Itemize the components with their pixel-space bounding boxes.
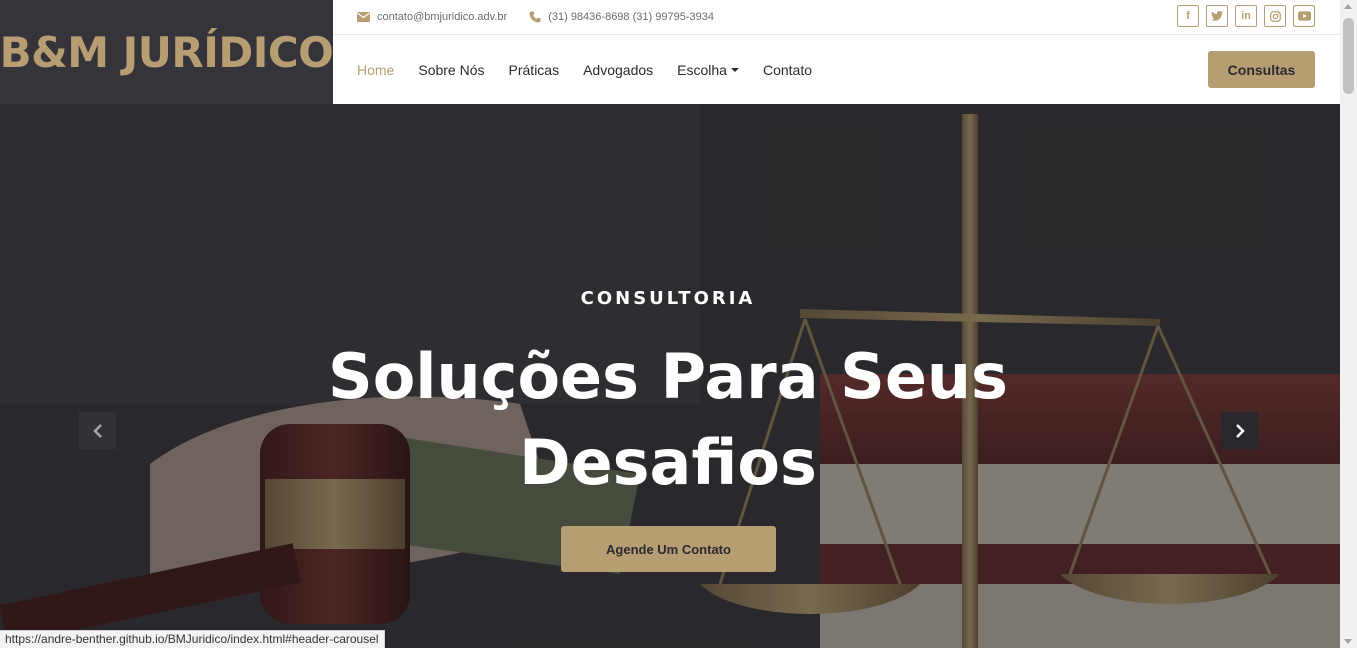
linkedin-icon[interactable]: in xyxy=(1235,5,1257,27)
twitter-icon[interactable] xyxy=(1206,5,1228,27)
hero-title: Soluções Para Seus Desafios xyxy=(328,340,1008,499)
email-contact: contato@bmjuridico.adv.br xyxy=(357,11,507,23)
carousel-prev-button[interactable] xyxy=(79,412,116,449)
page-scrollbar[interactable] xyxy=(1340,0,1357,648)
social-links: f in xyxy=(1177,5,1315,27)
chevron-right-icon xyxy=(1235,423,1245,438)
phone-text: (31) 98436-8698 (31) 99795-3934 xyxy=(548,11,714,23)
nav-praticas[interactable]: Práticas xyxy=(509,62,560,78)
chevron-left-icon xyxy=(92,423,102,438)
nav-sobre-nos[interactable]: Sobre Nós xyxy=(418,62,484,78)
phone-contact: (31) 98436-8698 (31) 99795-3934 xyxy=(529,11,714,23)
facebook-icon[interactable]: f xyxy=(1177,5,1199,27)
hero-subtitle: CONSULTORIA xyxy=(580,288,756,309)
scroll-up-icon[interactable] xyxy=(1344,4,1352,9)
status-bar-url: https://andre-benther.github.io/BMJuridi… xyxy=(0,630,385,648)
instagram-icon[interactable] xyxy=(1264,5,1286,27)
nav-home[interactable]: Home xyxy=(357,62,394,78)
nav-contato[interactable]: Contato xyxy=(763,62,812,78)
consultas-button[interactable]: Consultas xyxy=(1208,51,1315,88)
nav-advogados[interactable]: Advogados xyxy=(583,62,653,78)
carousel-next-button[interactable] xyxy=(1221,412,1258,449)
scrollbar-thumb[interactable] xyxy=(1343,18,1354,94)
logo-block[interactable]: B&M JURÍDICO xyxy=(0,0,334,104)
scroll-down-icon[interactable] xyxy=(1344,639,1352,644)
youtube-icon[interactable] xyxy=(1293,5,1315,27)
top-contact-bar: contato@bmjuridico.adv.br (31) 98436-869… xyxy=(333,0,1340,35)
email-text: contato@bmjuridico.adv.br xyxy=(377,11,508,23)
hero-carousel: CONSULTORIA Soluções Para Seus Desafios … xyxy=(0,104,1340,648)
nav-escolha-dropdown[interactable]: Escolha xyxy=(677,62,739,78)
phone-icon xyxy=(529,11,541,23)
logo-text[interactable]: B&M JURÍDICO xyxy=(0,28,334,77)
envelope-icon xyxy=(357,12,370,22)
nav-escolha-label: Escolha xyxy=(677,61,727,78)
agende-contato-button[interactable]: Agende Um Contato xyxy=(561,526,776,572)
caret-down-icon xyxy=(730,67,739,72)
main-navbar: Home Sobre Nós Práticas Advogados Escolh… xyxy=(333,35,1340,104)
